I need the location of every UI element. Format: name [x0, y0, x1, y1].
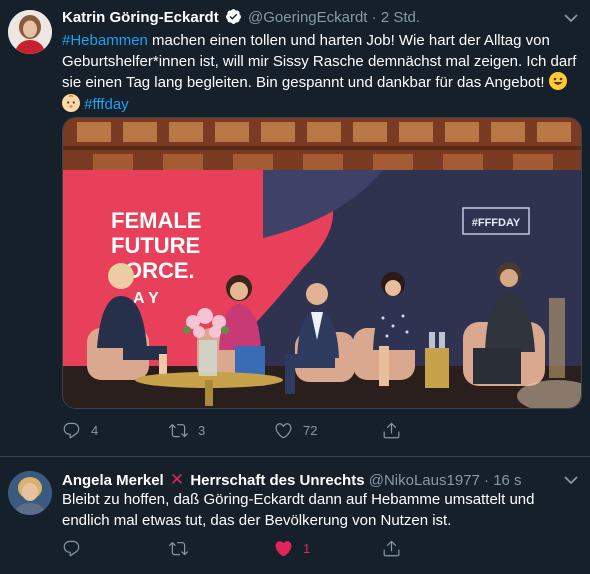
tweet-text: Bleibt zu hoffen, daß Göring-Eckardt dan…	[62, 491, 535, 529]
author-handle[interactable]: @NikoLaus1977	[369, 472, 480, 489]
share-icon	[383, 422, 400, 438]
tweet-actions: 4 3 72	[62, 420, 422, 440]
reply-button[interactable]: 4	[62, 420, 98, 440]
retweet-icon	[169, 541, 188, 555]
tweet-actions: 1	[62, 538, 422, 558]
like-button[interactable]: 72	[274, 420, 317, 440]
author-name-suffix[interactable]: Herrschaft des Unrechts	[190, 472, 364, 489]
red-cross-mark-icon: ✕	[169, 470, 185, 489]
chevron-down-icon[interactable]	[562, 471, 580, 489]
tweet-header: Angela Merkel ✕ Herrschaft des Unrechts …	[62, 470, 550, 491]
like-count: 72	[303, 422, 318, 438]
author-name[interactable]: Angela Merkel	[62, 472, 164, 489]
share-icon	[383, 540, 400, 556]
timestamp[interactable]: 2 Std.	[381, 9, 420, 26]
tweet[interactable]: Angela Merkel ✕ Herrschaft des Unrechts …	[0, 457, 590, 574]
banner-text: FUTURE	[111, 233, 200, 258]
baby-face-emoji	[62, 93, 80, 112]
avatar[interactable]	[8, 10, 52, 54]
share-button[interactable]	[382, 538, 411, 558]
banner-text: ORCE.	[125, 258, 195, 283]
chevron-down-icon[interactable]	[562, 9, 580, 27]
hashtag-link[interactable]: #Hebammen	[62, 32, 148, 49]
separator-dot: ·	[371, 9, 377, 26]
retweet-icon	[169, 423, 188, 437]
grinning-face-emoji	[548, 72, 567, 90]
share-button[interactable]	[382, 420, 411, 440]
avatar[interactable]	[8, 471, 52, 515]
hashtag-link[interactable]: #fffday	[84, 96, 129, 113]
like-count: 1	[303, 540, 311, 556]
reply-button[interactable]	[62, 538, 91, 558]
verified-badge-icon	[225, 8, 242, 31]
reply-count: 4	[91, 422, 99, 438]
banner-text: FEMALE	[111, 208, 201, 233]
author-handle[interactable]: @GoeringEckardt	[248, 9, 367, 26]
reply-icon	[63, 540, 80, 556]
timestamp[interactable]: 16 s	[493, 472, 521, 489]
author-name[interactable]: Katrin Göring-Eckardt	[62, 9, 219, 26]
retweet-button[interactable]	[169, 538, 198, 558]
tweet-text: #Hebammen machen einen tollen und harten…	[62, 31, 578, 115]
event-sign: #FFFDAY	[472, 217, 521, 229]
retweet-button[interactable]: 3	[169, 420, 205, 440]
like-button[interactable]: 1	[274, 538, 310, 558]
tweet[interactable]: Katrin Göring-Eckardt @GoeringEckardt · …	[0, 0, 590, 457]
like-icon	[275, 422, 292, 438]
separator-dot: ·	[484, 472, 490, 489]
reply-icon	[63, 422, 80, 438]
tweet-header: Katrin Göring-Eckardt @GoeringEckardt · …	[62, 8, 550, 31]
tweet-photo[interactable]: FEMALE FUTURE ORCE. A Y #FFFDAY	[62, 117, 582, 409]
like-icon	[275, 540, 292, 556]
retweet-count: 3	[198, 422, 206, 438]
banner-text: A Y	[133, 290, 159, 307]
